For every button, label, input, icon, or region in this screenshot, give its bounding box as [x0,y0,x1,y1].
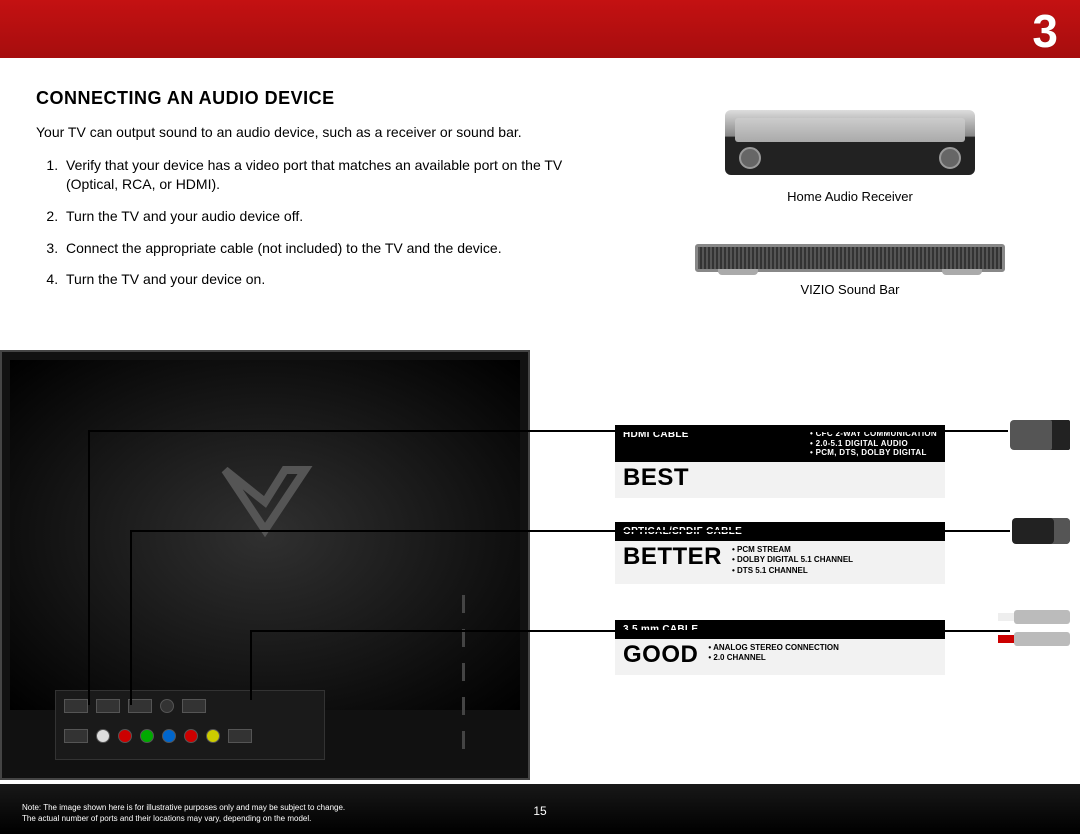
device-examples: Home Audio Receiver VIZIO Sound Bar [690,110,1010,327]
wire-hdmi [88,430,1008,432]
soundbar-illustration [695,244,1005,272]
footer-strip: Note: The image shown here is for illust… [0,784,1080,834]
step-item: Turn the TV and your device on. [62,270,581,290]
cable-bullets: • PCM STREAM • DOLBY DIGITAL 5.1 CHANNEL… [732,545,853,576]
wire-hdmi [88,430,90,705]
wire-optical [130,530,1010,532]
tv-back-illustration [0,350,530,780]
steps-list: Verify that your device has a video port… [36,156,581,290]
chapter-number: 3 [1032,4,1058,58]
section-title: CONNECTING AN AUDIO DEVICE [36,88,1080,109]
cable-bullets: • ANALOG STEREO CONNECTION • 2.0 CHANNEL [708,643,839,664]
step-item: Verify that your device has a video port… [62,156,581,195]
cable-rating: GOOD [623,643,698,667]
port-panel [55,690,325,760]
rca-connector-icon [1014,610,1070,646]
step-item: Turn the TV and your audio device off. [62,207,581,227]
wire-aux [250,630,252,700]
soundbar-label: VIZIO Sound Bar [690,282,1010,297]
hdmi-connector-icon [1010,420,1070,450]
cable-rating: BEST [623,466,689,490]
receiver-label: Home Audio Receiver [690,189,1010,204]
connection-diagram: HDMI CABLE • CFC 2-WAY COMMUNICATION • 2… [0,350,1080,800]
page-number: 15 [533,804,546,818]
cable-box-best: HDMI CABLE • CFC 2-WAY COMMUNICATION • 2… [615,425,945,498]
receiver-illustration [725,110,975,175]
optical-connector-icon [1012,518,1070,544]
cable-bullets: • CFC 2-WAY COMMUNICATION • 2.0-5.1 DIGI… [810,429,937,458]
chapter-banner: 3 [0,0,1080,58]
vizio-logo-icon [205,460,325,540]
wire-aux [250,630,1010,632]
intro-text: Your TV can output sound to an audio dev… [36,123,556,142]
step-item: Connect the appropriate cable (not inclu… [62,239,581,259]
wire-optical [130,530,132,705]
footnote: Note: The image shown here is for illust… [22,803,345,824]
cable-rating: BETTER [623,545,722,569]
tv-edge-dashes [462,595,465,749]
cable-box-good: 3.5 mm CABLE GOOD • ANALOG STEREO CONNEC… [615,620,945,675]
